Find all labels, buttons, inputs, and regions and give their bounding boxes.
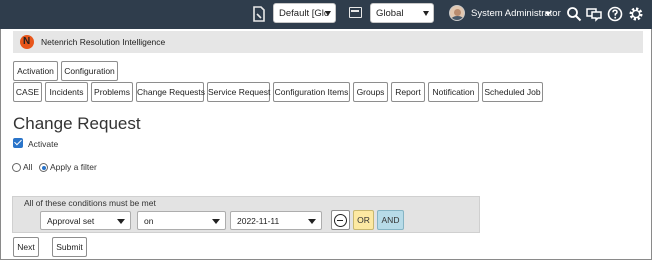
app-header: Netenrich Resolution Intelligence <box>13 31 643 53</box>
user-menu-chevron-icon[interactable] <box>545 12 551 16</box>
chevron-down-icon <box>117 219 125 224</box>
remove-condition-button[interactable] <box>331 210 350 230</box>
radio-apply-filter-label: Apply a filter <box>50 162 97 172</box>
radio-all[interactable] <box>12 163 21 172</box>
tab-configuration[interactable]: Configuration <box>61 61 118 81</box>
chevron-down-icon <box>212 219 220 224</box>
condition-builder: All of these conditions must be met Appr… <box>12 196 480 233</box>
tab-notification[interactable]: Notification <box>428 82 479 102</box>
chevron-down-icon <box>308 219 316 224</box>
scope-select[interactable]: Global <box>370 3 434 23</box>
tab-activation[interactable]: Activation <box>13 61 58 81</box>
tab-problems[interactable]: Problems <box>91 82 133 102</box>
avatar[interactable] <box>449 5 465 21</box>
tab-service-request[interactable]: Service Request <box>207 82 270 102</box>
update-set-select[interactable]: Default [Glc <box>273 3 336 23</box>
condition-operator-select[interactable]: on <box>137 211 226 230</box>
and-button[interactable]: AND <box>377 210 404 230</box>
tab-incidents[interactable]: Incidents <box>45 82 88 102</box>
document-icon[interactable] <box>253 6 265 22</box>
condition-field-value: Approval set <box>47 216 95 226</box>
submit-button[interactable]: Submit <box>52 237 87 257</box>
chat-icon[interactable] <box>586 6 602 22</box>
or-button[interactable]: OR <box>353 210 374 230</box>
search-icon[interactable] <box>566 6 582 22</box>
tab-configuration-items[interactable]: Configuration Items <box>273 82 350 102</box>
page-title: Change Request <box>13 114 141 133</box>
condition-operator-value: on <box>144 216 154 226</box>
scope-value: Global <box>376 8 404 19</box>
condition-value-select[interactable]: 2022-11-11 <box>230 211 322 230</box>
condition-heading: All of these conditions must be met <box>24 198 156 208</box>
tab-groups[interactable]: Groups <box>353 82 388 102</box>
application-icon[interactable] <box>349 7 362 18</box>
gear-icon[interactable] <box>628 6 644 22</box>
condition-value-text: 2022-11-11 <box>237 216 280 226</box>
chevron-down-icon <box>325 11 331 16</box>
radio-all-label: All <box>23 162 33 172</box>
app-title: Netenrich Resolution Intelligence <box>41 37 166 47</box>
help-icon[interactable] <box>607 6 623 22</box>
tab-scheduled-job[interactable]: Scheduled Job <box>482 82 543 102</box>
netenrich-logo-icon <box>20 35 34 49</box>
minus-circle-icon <box>334 214 347 227</box>
tab-change-requests[interactable]: Change Requests <box>136 82 205 102</box>
top-navigation-bar: Default [Glc Global System Administrator <box>0 0 652 29</box>
next-button[interactable]: Next <box>13 237 39 257</box>
radio-apply-filter[interactable] <box>39 163 48 172</box>
update-set-value: Default [Glc <box>279 8 329 19</box>
activate-label: Activate <box>28 139 59 149</box>
activate-checkbox[interactable] <box>13 138 23 148</box>
tab-case[interactable]: CASE <box>13 82 42 102</box>
condition-field-select[interactable]: Approval set <box>40 211 131 230</box>
tab-report[interactable]: Report <box>391 82 425 102</box>
chevron-down-icon <box>423 11 429 16</box>
